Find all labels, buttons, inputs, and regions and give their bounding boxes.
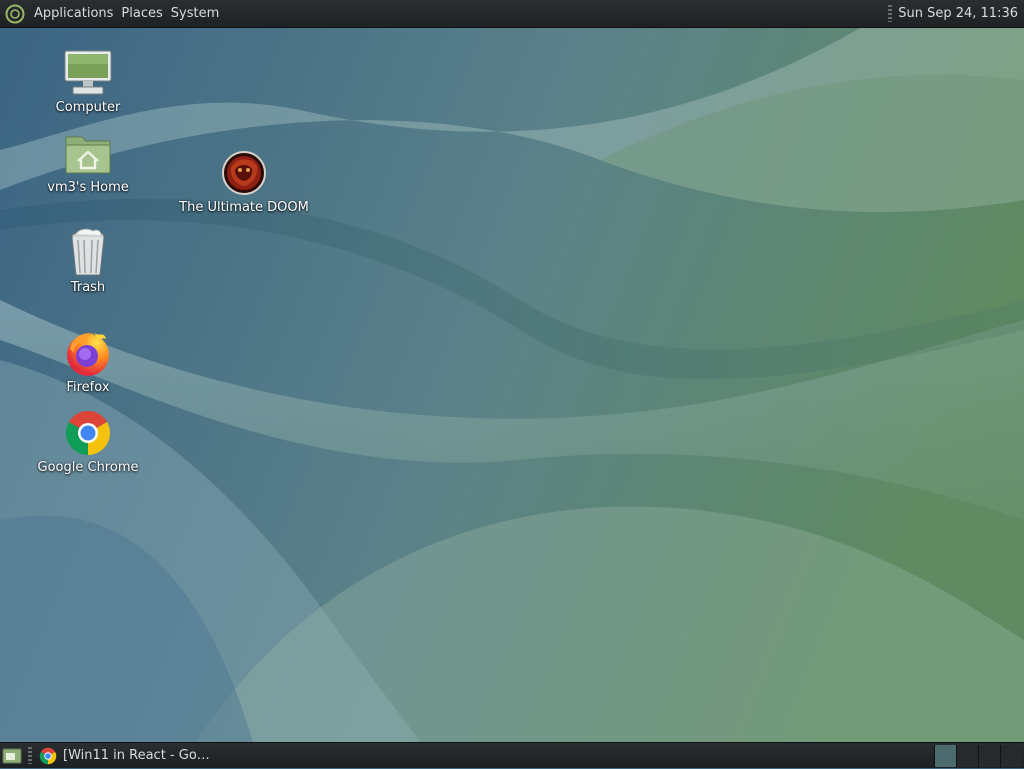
desktop-icon-label: Google Chrome [37,460,139,475]
panel-handle[interactable] [888,5,893,22]
desktop-icon-label: Trash [70,280,106,295]
desktop-icon-label: Firefox [66,380,110,395]
workspace-4[interactable] [1000,744,1022,767]
show-desktop-icon[interactable] [1,745,23,767]
desktop-icon-chrome[interactable]: Google Chrome [23,408,153,475]
desktop-wallpaper [0,0,1024,768]
panel-handle[interactable] [28,747,32,764]
menu-system[interactable]: System [167,0,223,27]
desktop-icon-home[interactable]: vm3's Home [23,128,153,195]
doom-icon [218,148,270,198]
firefox-icon [62,328,114,378]
workspace-1[interactable] [934,744,956,767]
desktop-icon-doom[interactable]: The Ultimate DOOM [179,148,309,215]
desktop-icon-trash[interactable]: Trash [23,228,153,295]
trash-can-icon [62,228,114,278]
workspace-switcher [934,744,1022,767]
desktop-icon-label: The Ultimate DOOM [179,200,309,215]
desktop-icon-computer[interactable]: Computer [23,48,153,115]
computer-monitor-icon [62,48,114,98]
desktop-icon-label: vm3's Home [47,180,129,195]
taskbar-item-chrome-window[interactable]: [Win11 in React - Go… [37,743,216,768]
desktop-icon-label: Computer [55,100,121,115]
taskbar-item-label: [Win11 in React - Go… [63,748,210,763]
desktop-icon-firefox[interactable]: Firefox [23,328,153,395]
mint-menu-icon[interactable] [4,3,26,25]
top-panel: Applications Places System Sun Sep 24, 1… [0,0,1024,28]
home-folder-icon [62,128,114,178]
workspace-3[interactable] [978,744,1000,767]
clock[interactable]: Sun Sep 24, 11:36 [898,6,1024,21]
menu-places[interactable]: Places [117,0,166,27]
clock-area: Sun Sep 24, 11:36 [884,0,1024,27]
menu-applications[interactable]: Applications [30,0,117,27]
chrome-icon [39,747,57,765]
bottom-panel: [Win11 in React - Go… [0,742,1024,768]
chrome-icon [62,408,114,458]
workspace-2[interactable] [956,744,978,767]
